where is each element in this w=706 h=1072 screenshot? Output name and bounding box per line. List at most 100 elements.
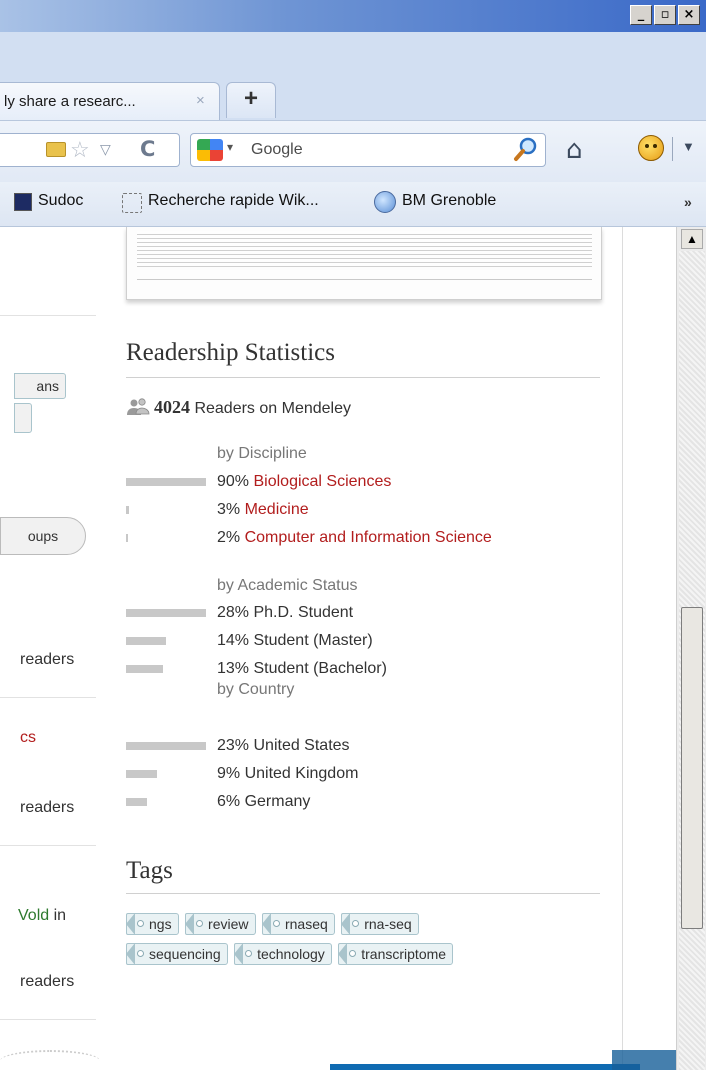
tag-label: technology [257, 946, 325, 962]
academic-bar [126, 665, 163, 673]
tag-label: rnaseq [284, 916, 328, 932]
globe-icon [374, 191, 396, 213]
magnifier-icon[interactable] [513, 136, 539, 162]
country-pct: 23% [217, 737, 250, 754]
readers-people-icon [127, 398, 150, 415]
left-filter-button[interactable]: ans [14, 373, 66, 399]
left-related-link-2[interactable]: Vold [18, 907, 49, 924]
paper-text-lines [137, 231, 592, 267]
tag-item[interactable]: review [185, 913, 256, 935]
vertical-scrollbar[interactable]: ▲ [676, 227, 706, 1070]
search-input[interactable]: Google [251, 141, 303, 159]
tag-item[interactable]: rnaseq [261, 913, 335, 935]
tab-title: ly share a researc... [4, 93, 136, 110]
tab-strip: ly share a researc... × + [0, 32, 706, 120]
left-related-in: in [49, 907, 67, 924]
discipline-link[interactable]: Computer and Information Science [245, 529, 492, 546]
discipline-stat: 2% Computer and Information Science [217, 529, 492, 547]
bookmark-star-icon[interactable]: ☆ [70, 137, 90, 163]
country-bar [126, 770, 157, 778]
academic-pct: 28% [217, 604, 250, 621]
google-icon[interactable] [197, 139, 223, 161]
home-icon[interactable]: ⌂ [566, 135, 583, 165]
bookmark-bm-grenoble[interactable]: BM Grenoble [402, 192, 496, 210]
left-readers-count-3: readers [20, 973, 75, 990]
country-heading: by Country [217, 681, 295, 698]
scroll-thumb[interactable] [681, 607, 703, 929]
readership-statistics-title: Readership Statistics [126, 339, 335, 366]
academic-name: Ph.D. Student [253, 604, 354, 621]
discipline-stat: 90% Biological Sciences [217, 473, 391, 491]
folder-icon[interactable] [46, 142, 66, 157]
bookmark-recherche-wiki[interactable]: Recherche rapide Wik... [148, 192, 319, 210]
discipline-link[interactable]: Biological Sciences [253, 473, 391, 490]
tag-hole-icon [137, 950, 144, 957]
right-column-divider [622, 227, 623, 1070]
discipline-pct: 2% [217, 529, 241, 546]
tag-item[interactable]: rna-seq [341, 913, 419, 935]
history-dropdown-icon[interactable]: ▽ [100, 141, 111, 158]
menu-dropdown-icon[interactable]: ▼ [682, 139, 695, 154]
groups-button[interactable]: oups [0, 517, 86, 555]
discipline-link[interactable]: Medicine [245, 501, 309, 518]
tag-list: ngs review rnaseq rna-seq sequencing tec… [126, 913, 600, 973]
readership-title-rule [126, 377, 600, 378]
academic-bar [126, 637, 166, 645]
tag-label: transcriptome [361, 946, 447, 962]
paper-preview-image[interactable] [126, 227, 602, 300]
discipline-bar [126, 534, 128, 542]
url-bar[interactable]: ☆ ▽ C [0, 133, 180, 167]
tag-hole-icon [196, 920, 204, 927]
tag-item[interactable]: sequencing [126, 943, 228, 965]
left-filter-button-2[interactable] [14, 403, 32, 433]
left-sidebar: ans oups readers cs readers Vold in read… [0, 227, 96, 1070]
discipline-stat: 3% Medicine [217, 501, 309, 519]
new-tab-button[interactable]: + [226, 82, 276, 118]
footer-blue-block [612, 1050, 676, 1070]
close-window-button[interactable]: × [678, 5, 700, 25]
reader-count: 4024 [154, 397, 190, 417]
tag-label: review [208, 916, 249, 932]
scroll-up-arrow-icon[interactable]: ▲ [681, 229, 703, 249]
bookmarks-toolbar: Sudoc Recherche rapide Wik... BM Grenobl… [0, 182, 706, 227]
academic-status-heading: by Academic Status [217, 577, 358, 594]
reader-count-line: 4024 Readers on Mendeley [126, 397, 351, 418]
country-name: United Kingdom [244, 765, 359, 782]
minimize-button[interactable]: _ [630, 5, 652, 25]
reload-icon[interactable]: C [140, 137, 155, 161]
tag-label: rna-seq [364, 916, 412, 932]
search-engine-dropdown-icon[interactable]: ▾ [227, 140, 233, 154]
tag-item[interactable]: ngs [126, 913, 179, 935]
left-readers-count-2: readers [20, 799, 75, 816]
country-pct: 9% [217, 765, 241, 782]
academic-name: Student (Bachelor) [253, 660, 387, 677]
discipline-heading: by Discipline [217, 445, 307, 462]
bookmark-sudoc[interactable]: Sudoc [38, 192, 83, 210]
tag-item[interactable]: transcriptome [338, 943, 454, 965]
reader-count-label: Readers on Mendeley [190, 400, 351, 417]
sudoc-favicon-icon [14, 193, 32, 211]
country-bar [126, 798, 147, 806]
tab-close-icon[interactable]: × [196, 92, 205, 109]
discipline-pct: 90% [217, 473, 250, 490]
tag-hole-icon [245, 950, 253, 957]
discipline-bar [126, 478, 206, 486]
browser-tab[interactable]: ly share a researc... × [0, 82, 220, 120]
tag-item[interactable]: technology [234, 943, 332, 965]
page-content: ans oups readers cs readers Vold in read… [0, 227, 676, 1070]
tag-hole-icon [352, 920, 360, 927]
academic-stat: 13% Student (Bachelor) [217, 660, 387, 678]
country-stat: 9% United Kingdom [217, 765, 358, 783]
search-box[interactable]: ▾ Google [190, 133, 546, 167]
more-bookmarks-chevron-icon[interactable]: » [684, 194, 692, 210]
country-name: Germany [244, 793, 311, 810]
academic-pct: 14% [217, 632, 250, 649]
maximize-button[interactable]: ▫ [654, 5, 676, 25]
tag-label: ngs [149, 916, 172, 932]
country-bar [126, 742, 206, 750]
navigation-toolbar: ☆ ▽ C ▾ Google ⌂ ▼ [0, 120, 706, 183]
tags-title-rule [126, 893, 600, 894]
addon-face-icon[interactable] [638, 135, 664, 161]
window-controls: _ ▫ × [630, 5, 700, 25]
left-related-link[interactable]: cs [20, 729, 36, 747]
